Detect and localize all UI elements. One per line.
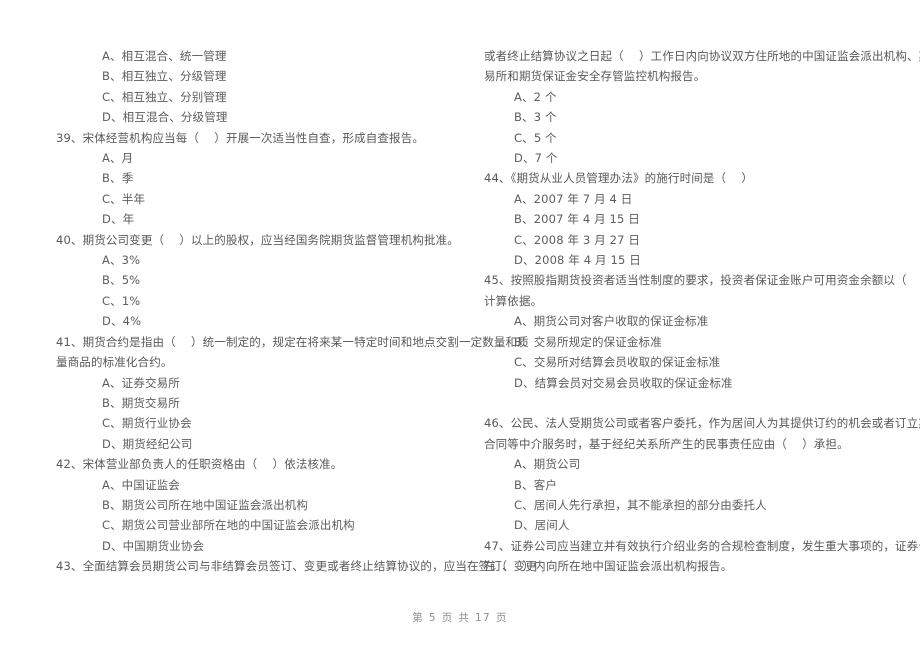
question-continuation-line: 合同等中介服务时，基于经纪关系所产生的民事责任应由（ ）承担。 bbox=[484, 436, 849, 451]
right-column: 或者终止结算协议之日起（ ）工作日内向协议双方住所地的中国证监会派出机构、期货交… bbox=[484, 46, 920, 577]
option-line: A、期货公司 bbox=[514, 457, 581, 472]
two-column-body: A、相互混合、统一管理 B、相互独立、分级管理 C、相互独立、分别管理 D、相互混合、… bbox=[0, 46, 920, 577]
question-stem-line: 39、宋体经营机构应当每（ ）开展一次适当性自查，形成自查报告。 bbox=[56, 130, 425, 145]
option-line: A、月 bbox=[102, 151, 134, 166]
option-line: C、相互独立、分别管理 bbox=[102, 89, 227, 104]
option-line: B、相互独立、分级管理 bbox=[102, 69, 227, 84]
option-line: B、3 个 bbox=[514, 110, 557, 125]
option-line: D、4% bbox=[102, 314, 142, 329]
left-column: A、相互混合、统一管理 B、相互独立、分级管理 C、相互独立、分别管理 D、相互混合、… bbox=[56, 46, 537, 577]
option-line: D、居间人 bbox=[514, 518, 570, 533]
option-line: C、1% bbox=[102, 293, 141, 308]
question-stem-line: 44、《期货从业人员管理办法》的施行时间是（ ） bbox=[484, 171, 754, 186]
option-line: A、期货公司对客户收取的保证金标准 bbox=[514, 314, 709, 329]
option-line: C、5 个 bbox=[514, 130, 557, 145]
question-continuation-line: 易所和期货保证金安全存管监控机构报告。 bbox=[484, 69, 706, 84]
option-line: D、年 bbox=[102, 212, 135, 227]
option-line: A、3% bbox=[102, 253, 141, 268]
question-stem-line: 47、证券公司应当建立并有效执行介绍业务的合规检查制度，发生重大事项的，证券公司… bbox=[484, 538, 920, 553]
question-stem-line: 41、期货合约是指由（ ）统一制定的，规定在将来某一特定时间和地点交割一定数量和… bbox=[56, 334, 529, 349]
option-line: C、半年 bbox=[102, 191, 146, 206]
question-stem-line: 45、按照股指期货投资者适当性制度的要求，投资者保证金账户可用资金余额以（ ）作… bbox=[484, 273, 920, 288]
question-continuation-line: 量商品的标准化合约。 bbox=[56, 355, 173, 370]
question-stem-line: 43、全面结算会员期货公司与非结算会员签订、变更或者终止结算协议的，应当在签订、… bbox=[56, 559, 537, 574]
document-page: A、相互混合、统一管理 B、相互独立、分级管理 C、相互独立、分别管理 D、相互混合、… bbox=[0, 0, 920, 650]
question-stem-line: 40、期货公司变更（ ）以上的股权，应当经国务院期货监督管理机构批准。 bbox=[56, 232, 459, 247]
option-line: C、2008 年 3 月 27 日 bbox=[514, 232, 641, 247]
page-footer: 第 5 页 共 17 页 bbox=[412, 612, 508, 624]
option-line: D、2008 年 4 月 15 日 bbox=[514, 253, 641, 268]
option-line: A、相互混合、统一管理 bbox=[102, 49, 227, 63]
option-line: D、7 个 bbox=[514, 151, 558, 166]
option-line: C、交易所对结算会员收取的保证金标准 bbox=[514, 355, 721, 370]
option-line: A、2007 年 7 月 4 日 bbox=[514, 191, 633, 206]
option-line: D、中国期货业协会 bbox=[102, 538, 205, 553]
question-continuation-line: 在（ ）内向所在地中国证监会派出机构报告。 bbox=[484, 559, 733, 574]
option-line: B、期货公司所在地中国证监会派出机构 bbox=[102, 497, 309, 512]
option-line: B、5% bbox=[102, 273, 141, 288]
option-line: D、结算会员对交易会员收取的保证金标准 bbox=[514, 375, 733, 390]
option-line: A、2 个 bbox=[514, 89, 557, 104]
option-line: B、期货交易所 bbox=[102, 395, 180, 410]
option-line: A、证券交易所 bbox=[102, 375, 180, 390]
question-continuation-line: 或者终止结算协议之日起（ ）工作日内向协议双方住所地的中国证监会派出机构、期货交 bbox=[484, 49, 920, 63]
question-stem-line: 46、公民、法人受期货公司或者客户委托，作为居间人为其提供订约的机会或者订立期货… bbox=[484, 416, 920, 431]
option-line: C、期货行业协会 bbox=[102, 416, 192, 431]
option-line: D、相互混合、分级管理 bbox=[102, 110, 228, 125]
option-line: B、季 bbox=[102, 171, 134, 186]
option-line: B、交易所规定的保证金标准 bbox=[514, 334, 662, 349]
question-stem-line: 42、宋体营业部负责人的任职资格由（ ）依法核准。 bbox=[56, 457, 343, 472]
option-line: D、期货经纪公司 bbox=[102, 436, 193, 451]
option-line: C、期货公司营业部所在地的中国证监会派出机构 bbox=[102, 518, 355, 533]
option-line: B、2007 年 4 月 15 日 bbox=[514, 212, 640, 227]
question-continuation-line: 计算依据。 bbox=[484, 293, 543, 308]
option-line: B、客户 bbox=[514, 477, 557, 492]
option-line: C、居间人先行承担，其不能承担的部分由委托人 bbox=[514, 497, 767, 512]
option-line: A、中国证监会 bbox=[102, 477, 180, 492]
